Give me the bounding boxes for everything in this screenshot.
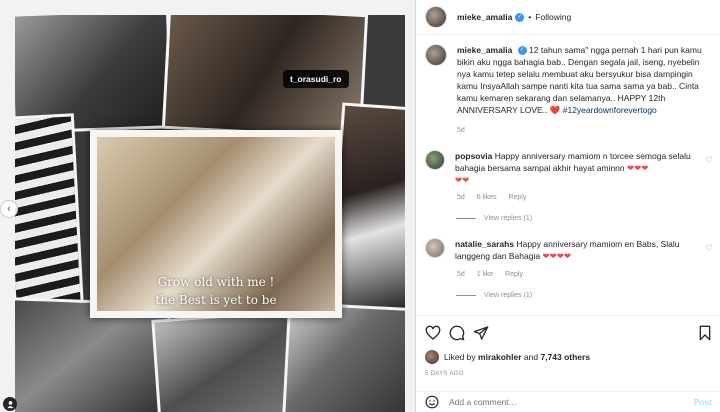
comment-like-heart-icon[interactable]: ♡	[705, 243, 713, 254]
comment-likes[interactable]: 6 likes	[477, 194, 497, 201]
tagged-users-icon[interactable]	[3, 397, 17, 411]
liked-by-prefix: Liked by	[444, 352, 476, 362]
comment-row: natalie_sarahs Happy anniversary mamiom …	[425, 238, 705, 262]
view-replies-button[interactable]: View replies (1)	[456, 292, 532, 299]
avatar[interactable]	[425, 150, 445, 170]
comment-like-heart-icon[interactable]: ♡	[705, 155, 713, 166]
emoji-icon[interactable]	[425, 395, 439, 409]
post-side-panel: mieke_amalia ✓ • Following mieke_amalia …	[415, 0, 720, 412]
comment-username[interactable]: natalie_sarahs	[455, 239, 514, 249]
avatar[interactable]	[425, 6, 447, 28]
post-timestamp[interactable]: 5 DAYS AGO	[425, 371, 464, 377]
post-button[interactable]: Post	[694, 397, 712, 407]
save-bookmark-icon[interactable]	[697, 325, 713, 341]
comments-section: mieke_amalia ✓ 12 tahun sama" ngga perna…	[416, 35, 720, 315]
comment-row: popsovia Happy anniversary mamiom n torc…	[425, 150, 705, 186]
view-replies-label: View replies (1)	[484, 292, 533, 299]
avatar[interactable]	[425, 238, 445, 258]
previous-arrow-icon[interactable]: ‹	[0, 200, 18, 218]
comment-icon[interactable]	[449, 325, 465, 341]
caption-time[interactable]: 5d	[457, 127, 465, 134]
verified-badge-icon: ✓	[515, 12, 525, 22]
comment-meta: 5d 6 likes Reply	[457, 194, 536, 201]
hashtag-link[interactable]: #12yeardownforevertogo	[563, 105, 657, 115]
comment-time[interactable]: 5d	[457, 194, 465, 201]
comment-meta: 5d 1 like Reply	[457, 271, 533, 278]
verified-badge-icon: ✓	[517, 46, 527, 56]
separator-dot: •	[528, 12, 532, 22]
share-icon[interactable]	[473, 325, 489, 341]
divider-line	[456, 218, 476, 219]
image-caption-line-2: the Best is yet to be	[155, 293, 277, 307]
collage-tile	[15, 113, 85, 317]
center-photo-image: Grow old with me ! the Best is yet to be	[97, 137, 335, 311]
comment-hearts: ❤❤❤	[627, 163, 649, 173]
liked-by-and: and	[523, 352, 539, 362]
post-media[interactable]: Grow old with me ! the Best is yet to be…	[0, 0, 415, 412]
view-replies-label: View replies (1)	[484, 215, 533, 222]
reply-button[interactable]: Reply	[505, 271, 523, 278]
avatar[interactable]	[425, 44, 447, 66]
collage-tile	[151, 310, 299, 412]
caption-row: mieke_amalia ✓ 12 tahun sama" ngga perna…	[425, 44, 707, 116]
caption-hearts: ❤️	[549, 105, 561, 115]
liked-by-user[interactable]: mirakohler	[478, 352, 521, 362]
comment-time[interactable]: 5d	[457, 271, 465, 278]
avatar[interactable]	[425, 350, 439, 364]
divider-line	[456, 295, 476, 296]
post-header: mieke_amalia ✓ • Following	[416, 0, 720, 35]
reply-button[interactable]: Reply	[509, 194, 527, 201]
comment-text: popsovia Happy anniversary mamiom n torc…	[455, 150, 705, 186]
comment-input[interactable]	[449, 397, 669, 407]
liked-by: Liked by mirakohler and 7,743 others	[425, 350, 590, 364]
add-comment-bar: Post	[416, 391, 720, 412]
caption-text: mieke_amalia ✓ 12 tahun sama" ngga perna…	[457, 44, 707, 116]
post-actions: Liked by mirakohler and 7,743 others 5 D…	[416, 315, 720, 400]
following-button[interactable]: Following	[535, 12, 571, 22]
caption-meta: 5d	[457, 127, 475, 134]
user-tag[interactable]: t_orasudi_ro	[283, 70, 349, 88]
comment-hearts: ❤❤❤❤	[542, 251, 571, 261]
caption-username[interactable]: mieke_amalia	[457, 45, 512, 55]
comment-hearts: ❤❤	[455, 175, 470, 185]
view-replies-button[interactable]: View replies (1)	[456, 215, 532, 222]
comment-likes[interactable]: 1 like	[477, 271, 493, 278]
likes-count[interactable]: 7,743 others	[540, 352, 590, 362]
center-photo: Grow old with me ! the Best is yet to be	[90, 130, 342, 318]
header-username[interactable]: mieke_amalia	[457, 12, 512, 22]
comment-username[interactable]: popsovia	[455, 151, 492, 161]
comment-text: natalie_sarahs Happy anniversary mamiom …	[455, 238, 705, 262]
like-heart-icon[interactable]	[425, 325, 441, 341]
collage-tile	[281, 301, 405, 412]
image-caption-line-1: Grow old with me !	[157, 275, 275, 289]
